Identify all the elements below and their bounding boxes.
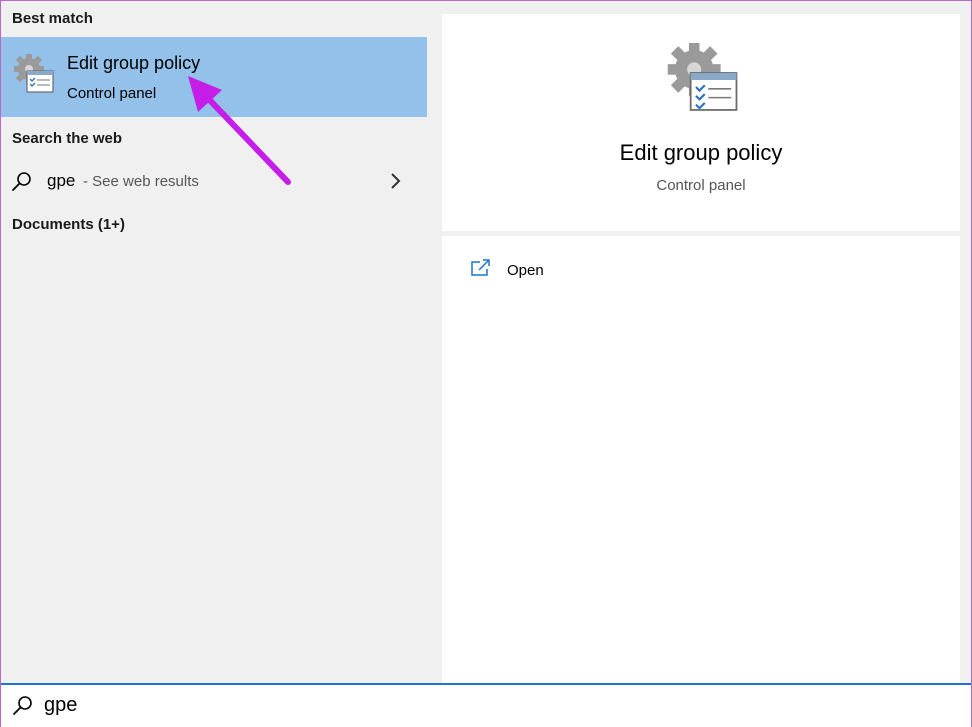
section-documents[interactable]: Documents (1+) <box>12 216 125 233</box>
results-pane: Best match Edit group policy Control pan… <box>1 0 427 683</box>
preview-actions: Open <box>442 236 960 683</box>
search-icon <box>12 172 31 191</box>
chevron-right-icon[interactable] <box>389 172 403 190</box>
preview-subtitle: Control panel <box>656 177 746 194</box>
group-policy-icon <box>14 54 54 93</box>
web-search-query: gpe <box>47 171 76 190</box>
web-search-hint: - See web results <box>83 173 199 190</box>
web-search-result[interactable]: gpe - See web results <box>1 162 427 200</box>
search-input[interactable] <box>44 690 644 720</box>
preview-title: Edit group policy <box>619 140 783 165</box>
group-policy-icon <box>667 43 738 111</box>
search-icon <box>13 696 32 715</box>
best-match-title: Edit group policy <box>67 53 201 73</box>
section-search-web: Search the web <box>12 130 123 147</box>
section-best-match: Best match <box>12 10 93 27</box>
search-bar[interactable] <box>0 683 972 727</box>
open-action[interactable]: Open <box>442 254 960 290</box>
open-window-icon <box>471 259 490 276</box>
best-match-subtitle: Control panel <box>67 85 157 102</box>
preview-header: Edit group policy Control panel <box>442 14 960 231</box>
best-match-item[interactable]: Edit group policy Control panel <box>1 37 427 117</box>
open-label: Open <box>507 262 544 279</box>
